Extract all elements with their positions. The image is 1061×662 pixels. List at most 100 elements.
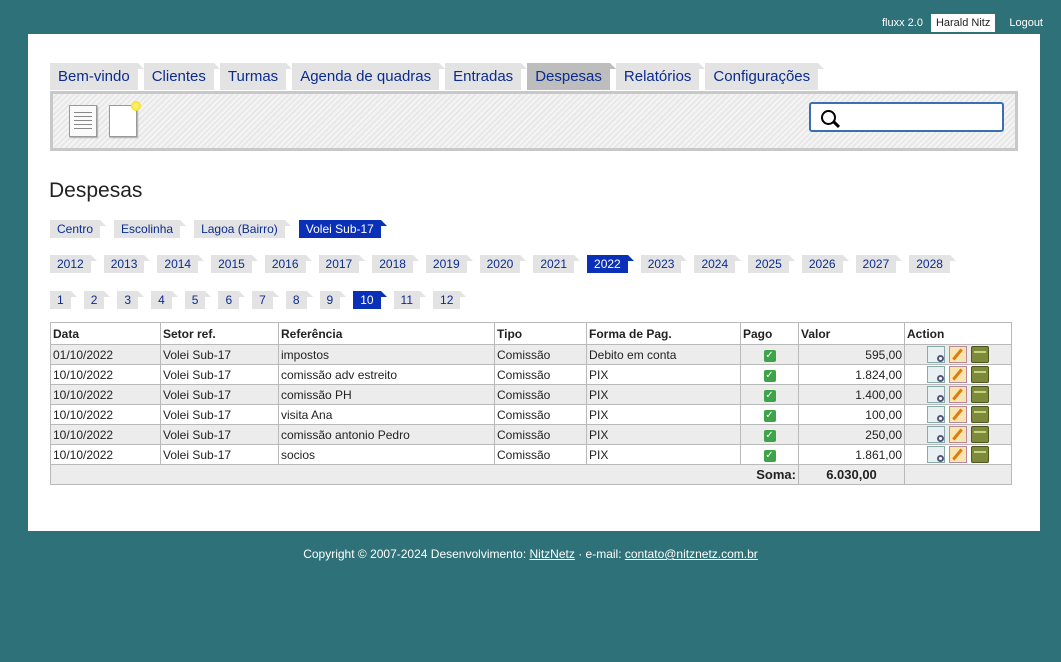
month-chip-4[interactable]: 4	[151, 291, 178, 309]
cell-setor: Volei Sub-17	[160, 404, 279, 425]
month-chip-8[interactable]: 8	[285, 291, 313, 309]
col-setor[interactable]: Setor ref.	[160, 322, 279, 345]
sector-chip-volei-sub-17[interactable]: Volei Sub-17	[298, 220, 387, 238]
view-icon[interactable]	[927, 446, 945, 463]
view-icon[interactable]	[927, 366, 945, 383]
search-box[interactable]	[809, 102, 1004, 132]
tab-agenda-de-quadras[interactable]: Agenda de quadras	[292, 63, 446, 90]
month-filter: 1 2 3 4 5 6 7 8 9 10 11 12	[50, 291, 473, 309]
view-icon[interactable]	[927, 346, 945, 363]
sector-filter: Centro Escolinha Lagoa (Bairro) Volei Sub-1…	[50, 220, 395, 238]
cell-actions	[904, 424, 1012, 445]
email-link[interactable]: contato@nitznetz.com.br	[625, 547, 758, 561]
month-chip-1[interactable]: 1	[50, 291, 77, 309]
main-tabs: Bem-vindo Clientes Turmas Agenda de quadras…	[50, 63, 824, 90]
year-chip-2018[interactable]: 2018	[372, 255, 419, 273]
edit-icon[interactable]	[949, 406, 967, 423]
sector-chip-lagoa-bairro-[interactable]: Lagoa (Bairro)	[194, 220, 291, 238]
cell-tipo: Comissão	[494, 424, 587, 445]
year-chip-2020[interactable]: 2020	[479, 255, 526, 273]
cell-setor: Volei Sub-17	[160, 344, 279, 365]
table-row: 10/10/2022 Volei Sub-17 visita Ana Comissão…	[50, 404, 1012, 425]
col-forma[interactable]: Forma de Pag.	[586, 322, 741, 345]
user-name: Harald Nitz	[930, 14, 996, 32]
month-chip-2[interactable]: 2	[83, 291, 110, 309]
sector-chip-centro[interactable]: Centro	[50, 220, 107, 238]
archive-icon[interactable]	[971, 426, 989, 443]
cell-actions	[904, 344, 1012, 365]
edit-icon[interactable]	[949, 386, 967, 403]
developer-link[interactable]: NitzNetz	[530, 547, 575, 561]
year-chip-2024[interactable]: 2024	[694, 255, 741, 273]
year-chip-2012[interactable]: 2012	[50, 255, 97, 273]
year-chip-2014[interactable]: 2014	[157, 255, 204, 273]
total-row: Soma: 6.030,00	[50, 464, 1012, 485]
cell-pago: ✓	[740, 424, 799, 445]
cell-forma: PIX	[586, 404, 741, 425]
year-chip-2026[interactable]: 2026	[801, 255, 849, 273]
month-chip-7[interactable]: 7	[252, 291, 279, 309]
cell-valor: 1.861,00	[798, 444, 905, 465]
view-icon[interactable]	[927, 426, 945, 443]
cell-data: 10/10/2022	[50, 364, 161, 385]
year-chip-2013[interactable]: 2013	[103, 255, 151, 273]
month-chip-9[interactable]: 9	[319, 291, 346, 309]
new-document-icon[interactable]	[109, 101, 141, 137]
year-chip-2025[interactable]: 2025	[748, 255, 795, 273]
col-valor[interactable]: Valor	[798, 322, 905, 345]
total-value: 6.030,00	[798, 464, 905, 485]
year-chip-2023[interactable]: 2023	[640, 255, 688, 273]
col-data[interactable]: Data	[50, 322, 161, 345]
document-list-icon[interactable]	[69, 105, 97, 137]
table-header-row: Data Setor ref. Referência Tipo Forma de…	[50, 322, 1012, 345]
year-chip-2022[interactable]: 2022	[587, 255, 634, 273]
edit-icon[interactable]	[949, 426, 967, 443]
archive-icon[interactable]	[971, 366, 989, 383]
year-chip-2015[interactable]: 2015	[211, 255, 258, 273]
month-chip-12[interactable]: 12	[433, 291, 467, 309]
tab-turmas[interactable]: Turmas	[219, 63, 293, 90]
year-chip-2016[interactable]: 2016	[264, 255, 312, 273]
month-chip-5[interactable]: 5	[184, 291, 212, 309]
cell-data: 10/10/2022	[50, 424, 161, 445]
tab-configura-es[interactable]: Configurações	[705, 63, 824, 90]
archive-icon[interactable]	[971, 446, 989, 463]
year-chip-2021[interactable]: 2021	[533, 255, 580, 273]
page-title: Despesas	[49, 179, 143, 202]
tab-relat-rios[interactable]: Relatórios	[615, 63, 705, 90]
tab-despesas[interactable]: Despesas	[527, 63, 616, 90]
tab-entradas[interactable]: Entradas	[445, 63, 528, 90]
toolbar	[50, 91, 1018, 151]
archive-icon[interactable]	[971, 406, 989, 423]
email-label: · e-mail:	[574, 547, 625, 561]
paid-check-icon: ✓	[763, 390, 776, 402]
archive-icon[interactable]	[971, 386, 989, 403]
table-row: 10/10/2022 Volei Sub-17 comissão antonio P…	[50, 424, 1012, 445]
edit-icon[interactable]	[949, 346, 967, 363]
year-chip-2027[interactable]: 2027	[855, 255, 902, 273]
cell-actions	[904, 404, 1012, 425]
edit-icon[interactable]	[949, 446, 967, 463]
col-tipo[interactable]: Tipo	[494, 322, 587, 345]
month-chip-6[interactable]: 6	[218, 291, 245, 309]
tab-clientes[interactable]: Clientes	[143, 63, 221, 90]
month-chip-3[interactable]: 3	[117, 291, 144, 309]
logout-link[interactable]: Logout	[1003, 14, 1049, 32]
month-chip-11[interactable]: 11	[393, 291, 427, 309]
edit-icon[interactable]	[949, 366, 967, 383]
view-icon[interactable]	[927, 406, 945, 423]
view-icon[interactable]	[927, 386, 945, 403]
col-pago[interactable]: Pago	[740, 322, 799, 345]
year-chip-2019[interactable]: 2019	[425, 255, 473, 273]
search-input[interactable]	[845, 107, 999, 129]
col-referencia[interactable]: Referência	[278, 322, 495, 345]
cell-valor: 100,00	[798, 404, 905, 425]
year-chip-2017[interactable]: 2017	[318, 255, 365, 273]
tab-bem-vindo[interactable]: Bem-vindo	[50, 63, 144, 90]
archive-icon[interactable]	[971, 346, 989, 363]
year-chip-2028[interactable]: 2028	[909, 255, 956, 273]
new-star-icon	[131, 101, 141, 111]
sector-chip-escolinha[interactable]: Escolinha	[114, 220, 187, 238]
cell-valor: 1.400,00	[798, 384, 905, 405]
month-chip-10[interactable]: 10	[353, 291, 387, 309]
